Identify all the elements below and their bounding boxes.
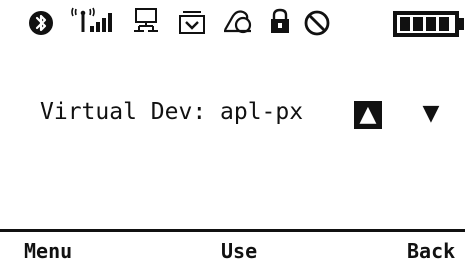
status-bar xyxy=(0,0,465,52)
use-softkey[interactable]: Use xyxy=(221,233,257,269)
scroll-up-button[interactable]: ▲ xyxy=(354,101,382,129)
bluetooth-icon xyxy=(28,9,54,37)
signal-strength-icon xyxy=(70,7,116,37)
network-icon xyxy=(131,7,163,37)
call-forward-icon xyxy=(220,7,254,37)
battery-icon xyxy=(392,10,465,38)
virtual-device-label: Virtual Dev: apl-px xyxy=(40,99,304,125)
virtual-device-row: Virtual Dev: apl-px xyxy=(40,98,303,126)
menu-softkey[interactable]: Menu xyxy=(24,233,72,269)
lock-icon xyxy=(268,7,292,37)
do-not-disturb-icon xyxy=(302,8,332,38)
scroll-down-button[interactable]: ▼ xyxy=(418,100,444,128)
back-softkey[interactable]: Back xyxy=(407,233,455,269)
voicemail-icon xyxy=(176,7,208,37)
softkey-divider xyxy=(0,229,465,232)
